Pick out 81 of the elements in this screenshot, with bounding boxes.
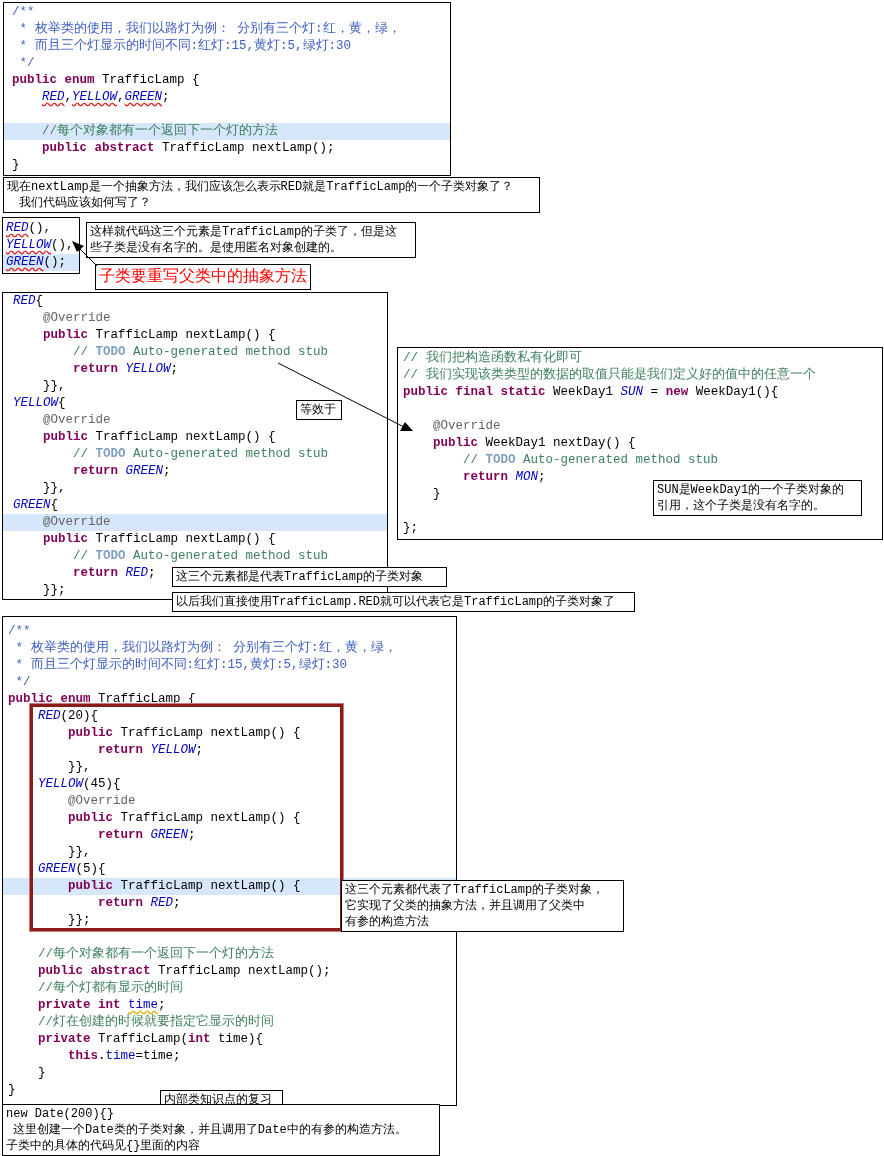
code-line: // 我们实现该类类型的数据的取值只能是我们定义好的值中的任意一个 (403, 367, 816, 384)
code-line: /** (8, 623, 31, 640)
code-line: }}, (67, 844, 91, 861)
note-text: 现在nextLamp是一个抽象方法，我们应该怎么表示RED就是TrafficLamp的一个子类对象了？ (7, 179, 514, 195)
code-line: public TrafficLamp nextLamp() { (42, 327, 276, 344)
note-text: 这里创建一个Date类的子类对象，并且调用了Date中的有参的构造方法。 (12, 1122, 407, 1138)
code-line: this.time=time; (67, 1048, 181, 1065)
code-line: return YELLOW; (97, 742, 204, 759)
note-text: new Date(200){} (6, 1106, 115, 1122)
code-line: return YELLOW; (72, 361, 179, 378)
code-line: @Override (42, 514, 111, 531)
code-line: public enum TrafficLamp { (12, 72, 200, 89)
code-line: public abstract TrafficLamp nextLamp(); (37, 963, 331, 980)
note-text: 这样就代码这三个元素是TrafficLamp的子类了，但是这 (90, 224, 398, 240)
code-line: public final static WeekDay1 SUN = new WeekDay1(){ (403, 384, 779, 401)
code-line: public TrafficLamp nextLamp() { (67, 810, 301, 827)
code-line: YELLOW(45){ (37, 776, 121, 793)
code-line: // TODO Auto-generated method stub (462, 452, 719, 469)
code-line: //每个对象都有一个返回下一个灯的方法 (37, 946, 275, 963)
note-text: 它实现了父类的抽象方法，并且调用了父类中 (345, 898, 585, 914)
code-line: YELLOW{ (13, 395, 66, 412)
code-line: // TODO Auto-generated method stub (72, 548, 329, 565)
code-line: YELLOW(), (6, 237, 74, 254)
code-line: @Override (432, 418, 501, 435)
code-line: * 枚举类的使用，我们以路灯为例： 分别有三个灯:红，黄，绿， (14, 640, 397, 657)
code-line: /** (12, 4, 35, 21)
code-line: @Override (67, 793, 136, 810)
code-line: RED,YELLOW,GREEN; (41, 89, 170, 106)
code-line: } (12, 157, 20, 174)
note-text: 以后我们直接使用TrafficLamp.RED就可以代表它是TrafficLamp的子类对象了 (176, 594, 616, 610)
code-line: RED(20){ (37, 708, 99, 725)
code-line: public TrafficLamp nextLamp() { (42, 531, 276, 548)
code-line: //每个对象都有一个返回下一个灯的方法 (41, 123, 279, 140)
code-line: public TrafficLamp nextLamp() { (42, 429, 276, 446)
code-line: public abstract TrafficLamp nextLamp(); (41, 140, 335, 157)
code-line: } (37, 1065, 46, 1082)
code-line: }}; (67, 912, 91, 929)
note-text: SUN是WeekDay1的一个子类对象的 (657, 482, 845, 498)
code-line: * 而且三个灯显示的时间不同:红灯:15,黄灯:5,绿灯:30 (14, 657, 348, 674)
code-line: }}, (67, 759, 91, 776)
code-line: * 而且三个灯显示的时间不同:红灯:15,黄灯:5,绿灯:30 (18, 38, 352, 55)
code-line: return GREEN; (72, 463, 171, 480)
code-line: @Override (42, 310, 111, 327)
code-line: GREEN{ (13, 497, 59, 514)
code-line: public WeekDay1 nextDay() { (432, 435, 636, 452)
code-line: GREEN(); (6, 254, 67, 271)
note-text: 有参的构造方法 (345, 914, 429, 930)
code-line: }; (403, 520, 418, 537)
code-line: RED(), (6, 220, 52, 237)
code-line: return GREEN; (97, 827, 196, 844)
code-line: public TrafficLamp nextLamp() { (67, 725, 301, 742)
code-line: }}, (42, 378, 66, 395)
code-line: return MON; (462, 469, 546, 486)
code-line: GREEN(5){ (37, 861, 106, 878)
code-line: // TODO Auto-generated method stub (72, 344, 329, 361)
code-line: public TrafficLamp nextLamp() { (67, 878, 301, 895)
code-line: }}, (42, 480, 66, 497)
code-line: //每个灯都有显示的时间 (37, 980, 184, 997)
note-text: 这三个元素都代表了TrafficLamp的子类对象， (345, 882, 605, 898)
code-line: return RED; (72, 565, 156, 582)
code-line: } (8, 1082, 16, 1099)
code-line: private int time; (37, 997, 166, 1014)
note-text: 我们代码应该如何写了？ (18, 195, 151, 211)
code-line: RED{ (13, 293, 44, 310)
code-line: private TrafficLamp(int time){ (37, 1031, 264, 1048)
code-line: //灯在创建的时候就要指定它显示的时间 (37, 1014, 275, 1031)
note-text: 子类中的具体的代码见{}里面的内容 (6, 1138, 201, 1154)
code-line: }}; (42, 582, 66, 599)
note-text: 这三个元素都是代表TrafficLamp的子类对象 (176, 569, 424, 585)
note-text: 子类要重写父类中的抽象方法 (99, 266, 307, 288)
note-text: 等效于 (300, 402, 336, 418)
code-line: @Override (42, 412, 111, 429)
code-line: * 枚举类的使用，我们以路灯为例： 分别有三个灯:红，黄，绿， (18, 21, 401, 38)
note-text: 引用，这个子类是没有名字的。 (657, 498, 825, 514)
note-text: 些子类是没有名字的。是使用匿名对象创建的。 (90, 240, 342, 256)
code-line: */ (18, 55, 35, 72)
code-line: // TODO Auto-generated method stub (72, 446, 329, 463)
code-line: } (432, 486, 441, 503)
code-line: // 我们把构造函数私有化即可 (403, 350, 582, 367)
code-line: return RED; (97, 895, 181, 912)
code-line: */ (14, 674, 31, 691)
